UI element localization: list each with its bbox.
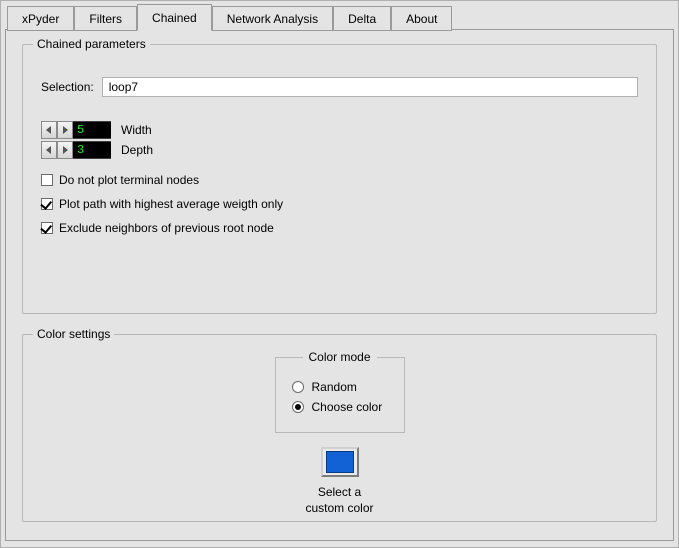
checkbox-highest-label: Plot path with highest average weigth on… xyxy=(59,197,283,211)
radio-choose-label: Choose color xyxy=(312,400,383,414)
selection-row: Selection: xyxy=(41,77,638,97)
radio-random[interactable] xyxy=(292,381,304,393)
tab-label: Chained xyxy=(152,11,197,25)
checkbox-exclude-row: Exclude neighbors of previous root node xyxy=(41,221,638,235)
color-swatch-caption: Select a custom color xyxy=(305,485,373,516)
tab-filters[interactable]: Filters xyxy=(74,6,137,31)
radio-random-label: Random xyxy=(312,380,357,394)
depth-spinner xyxy=(41,141,111,159)
checkbox-exclude-label: Exclude neighbors of previous root node xyxy=(59,221,274,235)
checkbox-terminal-row: Do not plot terminal nodes xyxy=(41,173,638,187)
width-increment-button[interactable] xyxy=(57,121,73,139)
chevron-right-icon xyxy=(62,126,68,134)
checkbox-exclude[interactable] xyxy=(41,222,53,234)
tab-label: xPyder xyxy=(22,12,59,26)
color-mode-legend: Color mode xyxy=(302,350,376,364)
color-swatch-button[interactable] xyxy=(321,447,359,477)
tab-network-analysis[interactable]: Network Analysis xyxy=(212,6,333,31)
radio-random-row[interactable]: Random xyxy=(292,380,388,394)
tab-about[interactable]: About xyxy=(391,6,452,31)
app-window: xPyder Filters Chained Network Analysis … xyxy=(0,0,679,548)
tabstrip: xPyder Filters Chained Network Analysis … xyxy=(1,3,678,31)
group-legend: Color settings xyxy=(33,327,114,341)
width-value-input[interactable] xyxy=(73,121,111,139)
checkbox-highest[interactable] xyxy=(41,198,53,210)
width-spinner xyxy=(41,121,111,139)
checkbox-terminal[interactable] xyxy=(41,174,53,186)
tab-xpyder[interactable]: xPyder xyxy=(7,6,74,31)
selection-label: Selection: xyxy=(41,80,94,94)
color-mode-box: Color mode Random Choose color xyxy=(275,357,405,433)
depth-value-input[interactable] xyxy=(73,141,111,159)
depth-spinner-row: Depth xyxy=(41,141,638,159)
swatch-caption-line2: custom color xyxy=(305,501,373,515)
tab-label: Network Analysis xyxy=(227,12,318,26)
tab-label: About xyxy=(406,12,437,26)
depth-decrement-button[interactable] xyxy=(41,141,57,159)
depth-label: Depth xyxy=(121,143,153,157)
chevron-right-icon xyxy=(62,146,68,154)
color-swatch-icon xyxy=(326,451,354,473)
depth-increment-button[interactable] xyxy=(57,141,73,159)
tab-delta[interactable]: Delta xyxy=(333,6,391,31)
color-inner: Color mode Random Choose color Select a xyxy=(41,357,638,516)
chevron-left-icon xyxy=(46,146,52,154)
width-spinner-row: Width xyxy=(41,121,638,139)
tab-chained[interactable]: Chained xyxy=(137,4,212,31)
group-legend: Chained parameters xyxy=(33,37,150,51)
selection-input[interactable] xyxy=(102,77,638,97)
radio-choose[interactable] xyxy=(292,401,304,413)
tab-label: Delta xyxy=(348,12,376,26)
radio-choose-row[interactable]: Choose color xyxy=(292,400,388,414)
chevron-left-icon xyxy=(46,126,52,134)
group-chained-parameters: Chained parameters Selection: xyxy=(22,44,657,314)
tab-label: Filters xyxy=(89,12,122,26)
tabpanel-chained: Chained parameters Selection: xyxy=(5,29,674,541)
width-label: Width xyxy=(121,123,152,137)
group-color-settings: Color settings Color mode Random Choose … xyxy=(22,334,657,522)
checkbox-terminal-label: Do not plot terminal nodes xyxy=(59,173,199,187)
checkbox-highest-row: Plot path with highest average weigth on… xyxy=(41,197,638,211)
swatch-caption-line1: Select a xyxy=(318,485,361,499)
width-decrement-button[interactable] xyxy=(41,121,57,139)
